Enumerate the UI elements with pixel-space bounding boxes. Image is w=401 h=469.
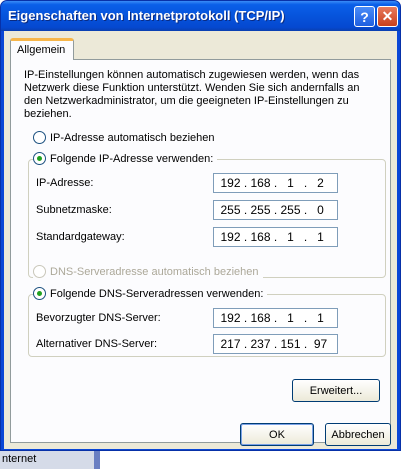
ip-auto-label: IP-Adresse automatisch beziehen bbox=[50, 131, 215, 144]
dialog-client-area: Allgemein IP-Einstellungen können automa… bbox=[4, 31, 397, 449]
octet: 1 bbox=[287, 230, 294, 244]
octet: 1 bbox=[287, 176, 294, 190]
cancel-button[interactable]: Abbrechen bbox=[325, 423, 391, 446]
description-text: IP-Einstellungen können automatisch zuge… bbox=[24, 69, 360, 120]
help-icon: ? bbox=[360, 8, 369, 25]
octet: 192 bbox=[220, 176, 241, 190]
octet: 2 bbox=[317, 176, 324, 190]
preferred-dns-field[interactable]: 192. 168. 1. 1 bbox=[213, 308, 338, 328]
octet: 255 bbox=[250, 203, 271, 217]
subnet-mask-field[interactable]: 255. 255. 255. 0 bbox=[213, 200, 338, 220]
octet: 168 bbox=[250, 230, 271, 244]
ip-manual-option[interactable]: Folgende IP-Adresse verwenden: bbox=[33, 152, 218, 165]
ip-auto-radio[interactable] bbox=[33, 131, 46, 144]
ok-button[interactable]: OK bbox=[240, 423, 314, 446]
dns-manual-label: Folgende DNS-Serveradressen verwenden: bbox=[50, 287, 264, 300]
close-icon: ✕ bbox=[381, 8, 394, 24]
octet: 168 bbox=[250, 311, 271, 325]
dns-manual-radio[interactable] bbox=[33, 287, 46, 300]
subnet-mask-label: Subnetzmaske: bbox=[36, 204, 112, 216]
dns-manual-option[interactable]: Folgende DNS-Serveradressen verwenden: bbox=[33, 287, 268, 300]
tcpip-properties-window: Eigenschaften von Internetprotokoll (TCP… bbox=[0, 0, 401, 451]
window-title: Eigenschaften von Internetprotokoll (TCP… bbox=[8, 8, 285, 23]
dns-auto-option[interactable]: DNS-Serveradresse automatisch beziehen bbox=[33, 265, 263, 278]
octet: 97 bbox=[313, 337, 328, 351]
octet: 1 bbox=[287, 311, 294, 325]
advanced-button[interactable]: Erweitert... bbox=[292, 379, 380, 402]
preferred-dns-label: Bevorzugter DNS-Server: bbox=[36, 312, 161, 324]
octet: 255 bbox=[220, 203, 241, 217]
close-button[interactable]: ✕ bbox=[377, 6, 398, 27]
octet: 151 bbox=[280, 337, 301, 351]
octet: 217 bbox=[220, 337, 241, 351]
tab-allgemein[interactable]: Allgemein bbox=[10, 38, 74, 60]
octet: 0 bbox=[317, 203, 324, 217]
octet: 168 bbox=[250, 176, 271, 190]
alternate-dns-label: Alternativer DNS-Server: bbox=[36, 338, 158, 350]
ip-manual-label: Folgende IP-Adresse verwenden: bbox=[50, 152, 214, 165]
octet: 255 bbox=[280, 203, 301, 217]
dns-auto-radio[interactable] bbox=[33, 265, 46, 278]
ip-address-label: IP-Adresse: bbox=[36, 177, 94, 189]
octet: 1 bbox=[317, 230, 324, 244]
octet: 237 bbox=[250, 337, 271, 351]
octet: 192 bbox=[220, 230, 241, 244]
gateway-field[interactable]: 192. 168. 1. 1 bbox=[213, 227, 338, 247]
ip-address-field[interactable]: 192. 168. 1. 2 bbox=[213, 173, 338, 193]
help-button[interactable]: ? bbox=[354, 6, 375, 27]
alternate-dns-field[interactable]: 217. 237. 151. 97 bbox=[213, 334, 338, 354]
background-list-item[interactable]: nternet bbox=[0, 451, 100, 469]
octet: 192 bbox=[220, 311, 241, 325]
octet: 1 bbox=[317, 311, 324, 325]
dns-auto-label: DNS-Serveradresse automatisch beziehen bbox=[50, 265, 259, 278]
title-bar[interactable]: Eigenschaften von Internetprotokoll (TCP… bbox=[1, 1, 400, 31]
gateway-label: Standardgateway: bbox=[36, 231, 125, 243]
ip-manual-radio[interactable] bbox=[33, 152, 46, 165]
ip-auto-option[interactable]: IP-Adresse automatisch beziehen bbox=[33, 131, 219, 144]
